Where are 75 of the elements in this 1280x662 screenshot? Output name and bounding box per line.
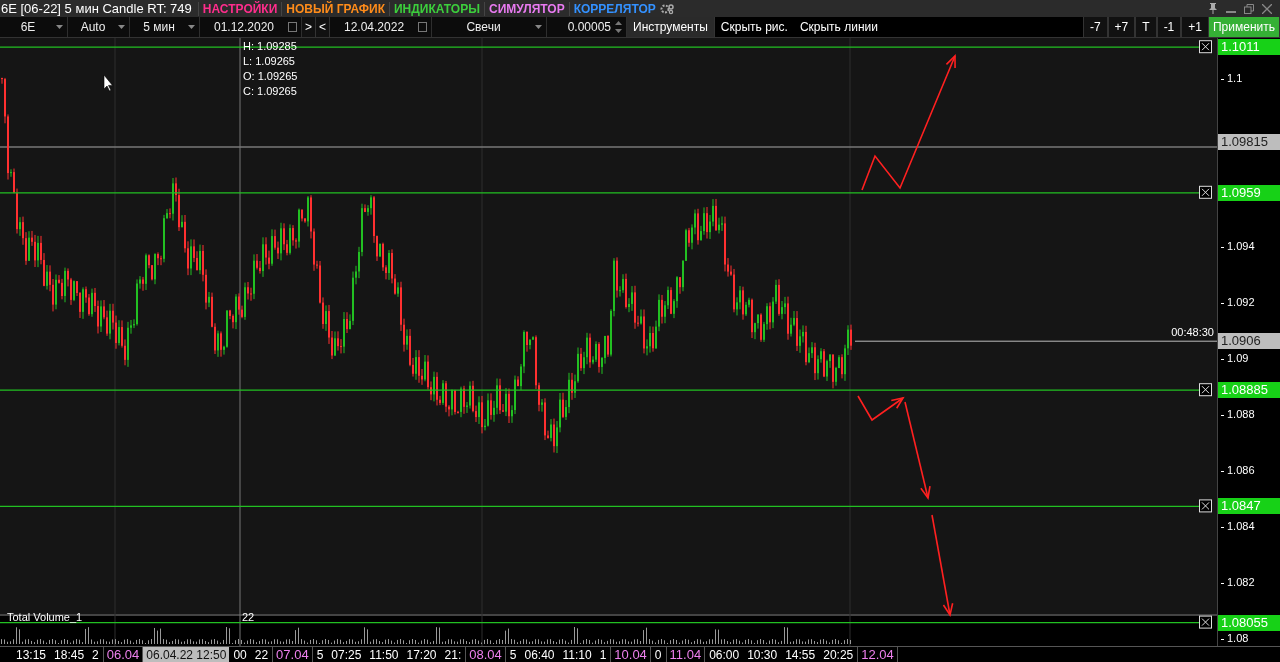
dropdown[interactable]: Auto (68, 17, 130, 37)
menu-item[interactable]: СИМУЛЯТОР (483, 1, 569, 16)
settings-icon[interactable] (659, 2, 674, 15)
time-label: 17:20 (405, 647, 438, 662)
toolbar-button[interactable]: Инструменты (627, 17, 715, 37)
caret-icon (118, 25, 125, 29)
range-button[interactable]: > (302, 17, 316, 37)
price-label: 1.0959 (1218, 184, 1280, 201)
time-label: 22 (253, 647, 270, 662)
time-label: 12.04 (857, 647, 898, 662)
time-label: 20:25 (822, 647, 855, 662)
cursor-icon (103, 74, 113, 92)
time-label: 13:15 (15, 647, 48, 662)
time-label: 11:10 (561, 647, 593, 662)
time-label: 18:45 (53, 647, 86, 662)
time-label: 08.04 (465, 647, 506, 662)
step-field[interactable]: 0.00005 (547, 17, 628, 37)
time-label: 21: (443, 647, 463, 662)
time-label: 10.04 (610, 647, 651, 662)
price-label: 1.08055 (1218, 614, 1280, 631)
date-field[interactable]: 12.04.2022 (330, 17, 433, 37)
price-tick: 1.092 (1221, 296, 1255, 308)
time-label: 11:50 (368, 647, 400, 662)
time-label: 5 (508, 647, 518, 662)
shift-button[interactable]: T (1135, 17, 1157, 37)
menu-item[interactable]: НОВЫЙ ГРАФИК (281, 1, 389, 16)
caret-icon (188, 25, 195, 29)
time-label: 07:25 (330, 647, 363, 662)
price-tick: 1.084 (1221, 520, 1255, 532)
countdown-timer: 00:48:30 (1171, 326, 1214, 339)
shift-button[interactable]: +7 (1107, 17, 1136, 37)
pane-title: Total Volume_1 (7, 611, 83, 623)
price-label: 1.08885 (1218, 382, 1280, 399)
ohlc-readout: H: 1.09285 L: 1.09265 O: 1.09265 C: 1.09265 (243, 39, 298, 99)
price-tick: 1.1 (1221, 72, 1243, 84)
time-label: 11.04 (665, 647, 706, 662)
menu-item[interactable]: ИНДИКАТОРЫ (389, 1, 484, 16)
price-tick: 1.08 (1221, 632, 1249, 644)
time-label: 10:30 (746, 647, 779, 662)
pin-icon[interactable] (1208, 3, 1218, 14)
time-label: 06.04.22 12:50 (143, 647, 230, 662)
time-label: 06:00 (708, 647, 741, 662)
price-tick: 1.082 (1221, 576, 1255, 588)
time-label: 14:55 (784, 647, 817, 662)
price-tick: 1.094 (1221, 240, 1255, 252)
range-button[interactable]: < (316, 17, 331, 37)
price-tick: 1.088 (1221, 408, 1255, 420)
price-label: 1.1011 (1218, 39, 1280, 56)
menu-item[interactable]: КОРРЕЛЯТОР (568, 1, 660, 16)
price-tick: 1.086 (1221, 464, 1255, 476)
dropdown[interactable]: 6E (0, 17, 68, 37)
time-label: 5 (315, 647, 325, 662)
shift-button[interactable]: -7 (1082, 17, 1108, 37)
shift-button[interactable]: -1 (1156, 17, 1182, 37)
menu-item[interactable]: НАСТРОЙКИ (197, 1, 282, 16)
date-field[interactable]: 01.12.2020 (200, 17, 302, 37)
caret-icon (535, 25, 543, 29)
restore-icon[interactable] (1244, 3, 1254, 14)
time-label: 2 (91, 647, 100, 662)
caret-icon (56, 25, 63, 29)
time-label: 0 (653, 647, 663, 662)
shift-button[interactable]: +1 (1181, 17, 1209, 37)
price-label: 1.0906 (1218, 333, 1280, 350)
spinner-icon[interactable] (615, 21, 623, 33)
price-label: 1.0847 (1218, 498, 1280, 515)
volume-value: 22 (242, 611, 255, 623)
time-label: 06:40 (523, 647, 556, 662)
window-title: 6E [06-22] 5 мин Candle RT: 749 (0, 1, 193, 16)
time-label: 00 (232, 647, 248, 662)
time-label: 07.04 (272, 647, 313, 662)
dropdown[interactable]: 5 мин (130, 17, 200, 37)
price-tick: 1.09 (1221, 352, 1249, 364)
time-label: 1 (598, 647, 608, 662)
dropdown[interactable]: Свечи (432, 17, 548, 37)
price-label: 1.09815 (1218, 133, 1280, 150)
